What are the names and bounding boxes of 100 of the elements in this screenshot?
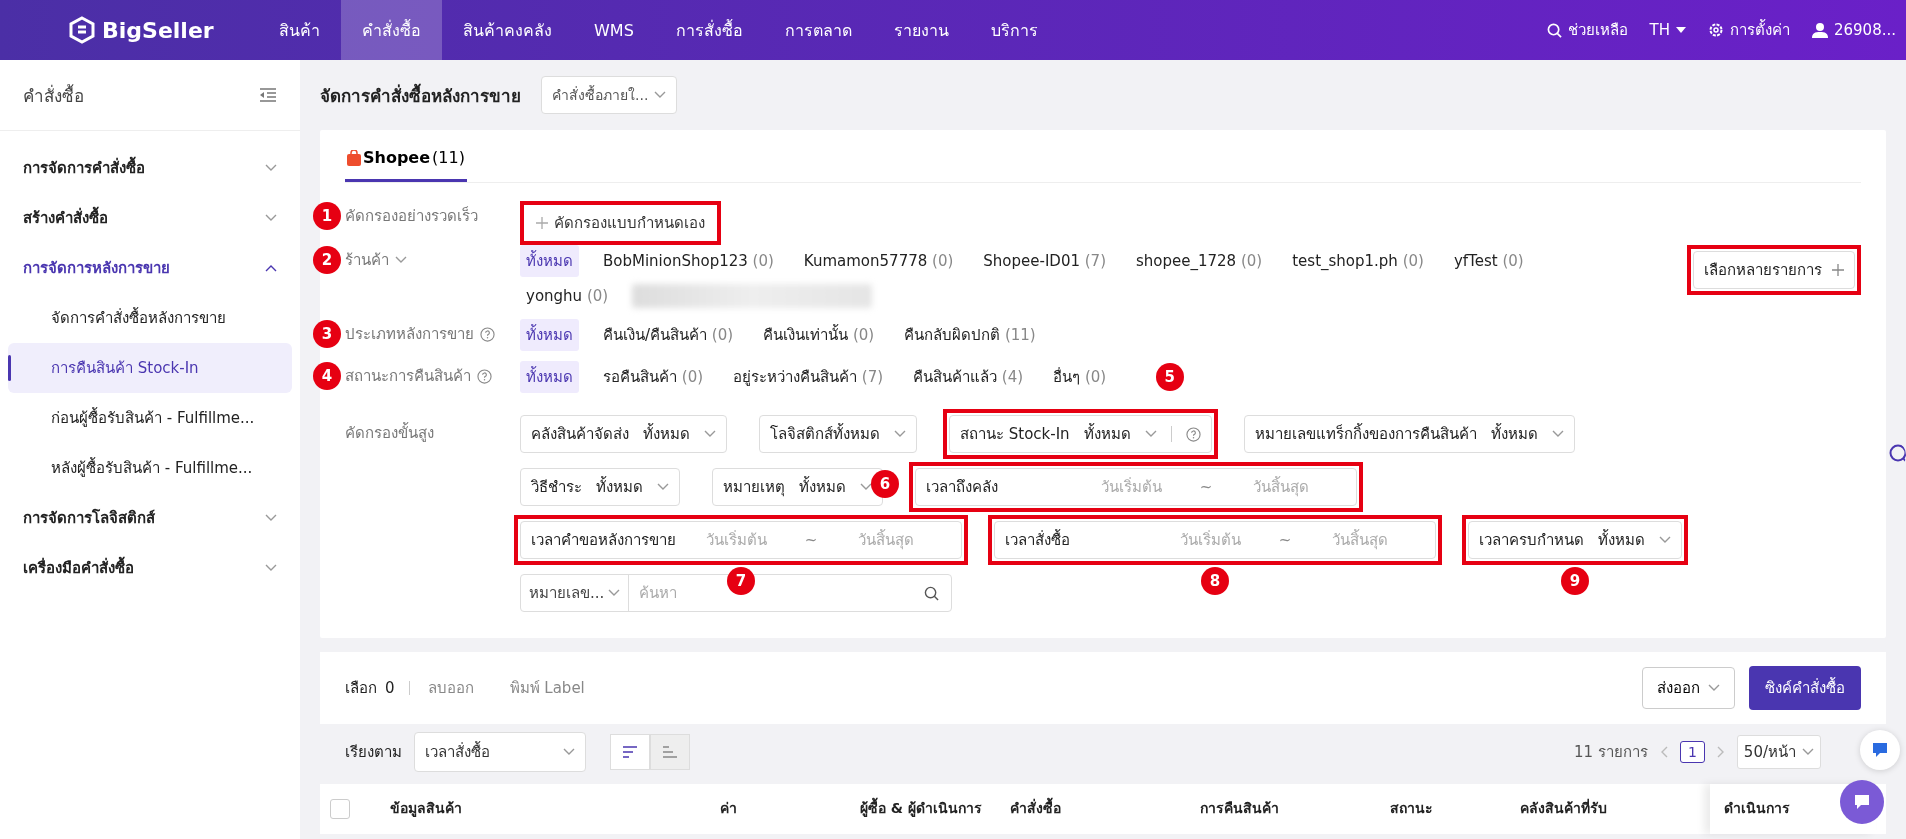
chevron-down-icon: [265, 564, 277, 572]
collapse-icon[interactable]: [259, 88, 277, 102]
sidebar-item[interactable]: การคืนสินค้า Stock-In: [8, 343, 292, 393]
sidebar-group[interactable]: สร้างคำสั่งซื้อ: [0, 193, 300, 243]
settings-link[interactable]: การตั้งค่า: [1729, 18, 1790, 42]
sort-descending-icon: [622, 746, 638, 758]
chevron-down-icon: [657, 483, 669, 491]
filter-option[interactable]: รอคืนสินค้า (0): [597, 361, 710, 393]
nav-tab[interactable]: คำสั่งซื้อ: [341, 0, 442, 60]
scope-dropdown[interactable]: คำสั่งซื้อภายใ...: [541, 76, 678, 114]
filter-option[interactable]: คืนสินค้าแล้ว (4): [907, 361, 1030, 393]
page-number[interactable]: 1: [1679, 741, 1705, 763]
filter-dropdown[interactable]: สถานะ Stock-In ทั้งหมด: [949, 415, 1212, 453]
sidebar-item[interactable]: ก่อนผู้ซื้อรับสินค้า - Fulfillme...: [8, 393, 292, 443]
page-size-dropdown[interactable]: 50/หน้า: [1736, 735, 1821, 769]
filter-dropdown[interactable]: โลจิสติกส์ทั้งหมด: [759, 415, 917, 453]
date-range-field[interactable]: เวลาถึงคลัง วันเริ่มต้น ~ วันสิ้นสุด: [915, 468, 1357, 506]
filter-option[interactable]: test_shop1.ph (0): [1286, 248, 1430, 274]
filter-option[interactable]: ทั้งหมด: [520, 361, 579, 393]
filter-label: ร้านค้า: [345, 250, 389, 271]
filter-option[interactable]: อยู่ระหว่างคืนสินค้า (7): [727, 361, 890, 393]
export-button[interactable]: ส่งออก: [1642, 667, 1735, 709]
chevron-down-icon: [1659, 536, 1671, 544]
number-badge: 5: [1155, 363, 1184, 391]
chevron-down-icon: [265, 214, 277, 222]
help-link[interactable]: ช่วยเหลือ: [1567, 18, 1628, 42]
filter-label: ประเภทหลังการขาย: [345, 324, 474, 345]
filter-option[interactable]: Kumamon57778 (0): [797, 248, 960, 274]
filter-option[interactable]: yonghu (0): [520, 283, 615, 309]
nav-tab[interactable]: รายงาน: [872, 0, 970, 60]
number-badge: 3: [313, 320, 341, 348]
number-badge: 7: [727, 567, 755, 595]
sort-descending-button[interactable]: [610, 734, 650, 770]
sidebar-title: คำสั่งซื้อ: [23, 83, 84, 108]
sidebar-item[interactable]: จัดการคำสั่งซื้อหลังการขาย: [8, 293, 292, 343]
column-header: ค่า: [720, 800, 738, 818]
filter-option[interactable]: shopee_1728 (0): [1130, 248, 1269, 274]
feedback-button[interactable]: [1860, 730, 1900, 770]
select-all-checkbox[interactable]: [330, 799, 350, 819]
select-label: เลือก: [345, 678, 377, 699]
chevron-down-icon: [704, 430, 716, 438]
sidebar-group[interactable]: เครื่องมือคำสั่งซื้อ: [0, 543, 300, 593]
column-header: คลังสินค้าที่รับ: [1520, 800, 1608, 818]
sort-label: เรียงตาม: [345, 742, 402, 763]
user-name[interactable]: 26908...: [1833, 21, 1896, 39]
filter-dropdown[interactable]: เวลาครบกำหนด ทั้งหมด: [1468, 521, 1682, 559]
plus-icon: [536, 217, 548, 229]
nav-tab[interactable]: การตลาด: [763, 0, 873, 60]
filter-option[interactable]: คืนเงิน/คืนสินค้า (0): [597, 319, 740, 351]
message-icon: [1871, 741, 1889, 759]
filter-option[interactable]: คืนเงินเท่านั้น (0): [757, 319, 881, 351]
nav-tab[interactable]: บริการ: [969, 0, 1059, 60]
sort-dropdown[interactable]: เวลาสั่งซื้อ: [414, 732, 586, 772]
sidebar-group[interactable]: การจัดการคำสั่งซื้อ: [0, 143, 300, 193]
filter-label: สถานะการคืนสินค้า: [345, 366, 471, 387]
filter-dropdown[interactable]: คลังสินค้าจัดส่ง ทั้งหมด: [520, 415, 727, 453]
number-badge: 1: [313, 202, 341, 230]
filter-dropdown[interactable]: หมายเลขแทร็กกิ้งของการคืนสินค้า ทั้งหมด: [1243, 415, 1575, 453]
multi-select-button[interactable]: เลือกหลายรายการ: [1693, 251, 1855, 289]
filter-option[interactable]: ทั้งหมด: [520, 319, 579, 351]
chevron-down-icon: [608, 589, 621, 597]
settings-icon: [1707, 22, 1724, 38]
filter-option[interactable]: yfTest (0): [1447, 248, 1530, 274]
number-badge: 6: [871, 470, 899, 498]
page-title: จัดการคำสั่งซื้อหลังการขาย: [320, 82, 521, 108]
platform-tab[interactable]: Shopee(11): [345, 148, 467, 182]
chevron-down-icon: [654, 91, 667, 99]
filter-option[interactable]: ทั้งหมด: [520, 245, 579, 277]
chevron-down-icon: [1144, 430, 1157, 438]
chevron-down-icon: [1802, 748, 1814, 756]
column-header: การคืนสินค้า: [1200, 800, 1280, 818]
filter-dropdown[interactable]: วิธีชำระ ทั้งหมด: [520, 468, 680, 506]
caret-icon: [1675, 27, 1686, 33]
delete-button[interactable]: ลบออก: [423, 676, 478, 700]
sidebar-item[interactable]: หลังผู้ซื้อรับสินค้า - Fulfillme...: [8, 443, 292, 493]
date-range-field[interactable]: เวลาคำขอหลังการขาย วันเริ่มต้น ~ วันสิ้นสุด: [520, 521, 962, 559]
filter-option[interactable]: อื่นๆ (0): [1047, 361, 1113, 393]
chevron-down-icon: [860, 483, 872, 491]
filter-option[interactable]: BobMinionShop123 (0): [597, 248, 780, 274]
chevron-down-icon: [265, 514, 277, 522]
sidebar-group[interactable]: การจัดการหลังการขาย: [0, 243, 300, 293]
date-range-field[interactable]: เวลาสั่งซื้อ วันเริ่มต้น ~ วันสิ้นสุด: [994, 521, 1436, 559]
plus-icon: [1832, 264, 1844, 276]
number-badge: 2: [313, 246, 341, 274]
number-badge: 8: [1201, 567, 1229, 595]
nav-tab[interactable]: สินค้าคงคลัง: [442, 0, 573, 60]
filter-label: คัดกรองอย่างรวดเร็ว: [345, 205, 478, 227]
chevron-down-icon: [1708, 684, 1720, 692]
chevron-down-icon: [563, 748, 575, 756]
nav-tab[interactable]: WMS: [573, 0, 655, 60]
column-header: สถานะ: [1390, 800, 1434, 818]
filter-option[interactable]: Shopee-ID01 (7): [977, 248, 1112, 274]
print-label-button[interactable]: พิมพ์ Label: [505, 676, 589, 700]
nav-tab[interactable]: สินค้า: [258, 0, 341, 60]
language-selector[interactable]: TH: [1649, 21, 1670, 39]
nav-tab[interactable]: การสั่งซื้อ: [654, 0, 764, 60]
sidebar-group[interactable]: การจัดการโลจิสติกส์: [0, 493, 300, 543]
sync-orders-button[interactable]: ซิงค์คำสั่งซื้อ: [1749, 666, 1861, 710]
filter-option[interactable]: คืนกลับผิดปกติ (11): [898, 319, 1042, 351]
chevron-down-icon: [265, 164, 277, 172]
